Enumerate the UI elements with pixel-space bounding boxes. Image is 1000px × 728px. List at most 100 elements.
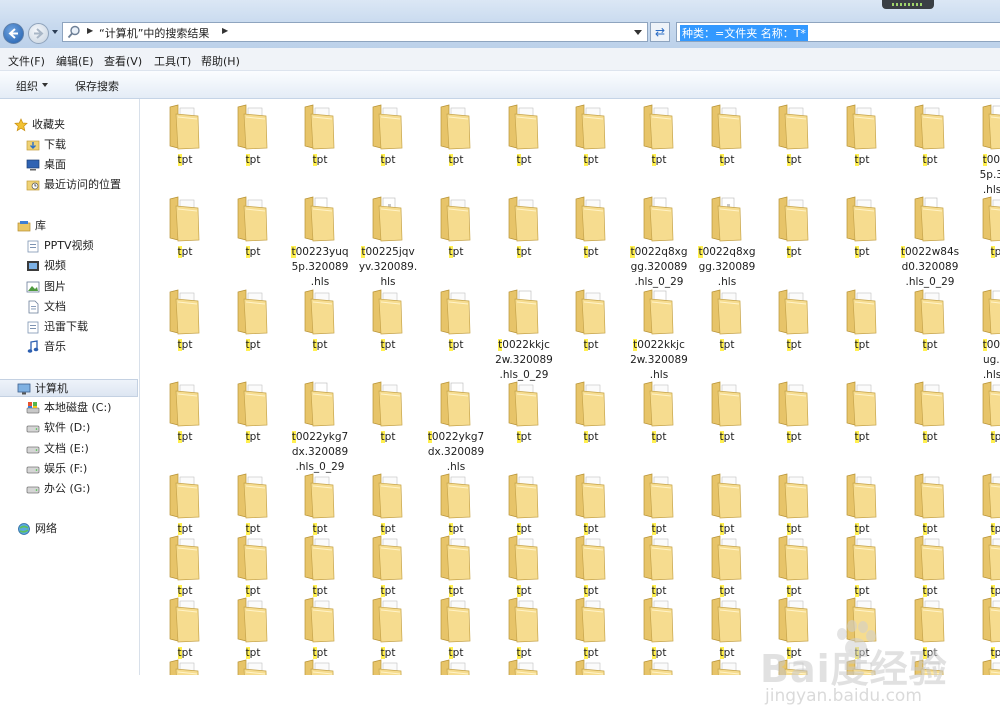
menu-tools[interactable]: 工具(T) [154, 53, 191, 69]
folder-icon [371, 535, 405, 581]
search-match-highlight: t [291, 431, 296, 443]
folder-icon [642, 381, 676, 427]
folder-icon [710, 196, 744, 242]
command-bar: 组织 保存搜索 [0, 71, 1000, 99]
library-folder-icon [26, 239, 40, 253]
back-button[interactable] [3, 23, 24, 44]
folder-name: tpt [786, 154, 802, 166]
search-match-highlight: t [177, 339, 182, 351]
menu-help[interactable]: 帮助(H) [201, 53, 240, 69]
address-box[interactable]: ▶ “计算机”中的搜索结果 ▶ [62, 22, 648, 42]
folder-name-line: dx.320089 [427, 446, 485, 458]
folder-name: tpt [854, 154, 870, 166]
folder-icon [710, 289, 744, 335]
folder-icon [642, 597, 676, 643]
search-match-highlight: t [719, 154, 724, 166]
folder-name: t0022w84s d0.320089 .hls_0_29 [898, 245, 962, 290]
folder-icon [236, 473, 270, 519]
search-match-highlight: t [854, 154, 859, 166]
folder-name: tpt [854, 339, 870, 351]
explorer-window: ▶ “计算机”中的搜索结果 ▶ ⇄ 种类：=文件夹 名称：T* 文件(F) 编辑… [0, 0, 1000, 675]
search-match-highlight: t [448, 154, 453, 166]
menu-bar: 文件(F) 编辑(E) 查看(V) 工具(T) 帮助(H) [0, 48, 1000, 71]
folder-icon [574, 535, 608, 581]
menu-view[interactable]: 查看(V) [104, 53, 142, 69]
search-input[interactable]: 种类：=文件夹 名称：T* [676, 22, 1000, 42]
forward-button[interactable] [28, 23, 49, 44]
search-match-highlight: t [312, 154, 317, 166]
folder-name: t0022kkjc 2w.320089 .hls [627, 338, 691, 383]
menu-edit[interactable]: 编辑(E) [56, 53, 94, 69]
folder-name: tpt [245, 339, 261, 351]
search-match-highlight: t [786, 339, 791, 351]
search-match-highlight: t [380, 647, 385, 659]
search-query[interactable]: 种类：=文件夹 名称：T* [680, 25, 808, 41]
search-match-highlight: t [448, 585, 453, 597]
nav-item-label: 文档 (E:) [44, 442, 89, 455]
taskbar-widget [882, 0, 934, 9]
search-match-highlight: t [630, 246, 635, 258]
folder-icon [981, 381, 1000, 427]
folder-icon [236, 196, 270, 242]
folder-name: tpt [380, 154, 396, 166]
search-match-highlight: t [786, 523, 791, 535]
folder-icon [574, 104, 608, 150]
folder-name: tpt [583, 339, 599, 351]
folder-icon [439, 535, 473, 581]
folder-icon [507, 535, 541, 581]
network-icon [17, 522, 31, 536]
search-match-highlight: t [245, 647, 250, 659]
folder-name: tpt [583, 431, 599, 443]
folder-icon [168, 597, 202, 643]
chevron-down-icon[interactable] [42, 83, 48, 87]
folder-name-line: yv.320089. [358, 261, 418, 273]
recent-pages-dropdown[interactable] [52, 30, 58, 34]
chevron-right-icon[interactable]: ▶ [87, 26, 93, 35]
folder-name: t0022ykg7 dx.320089 .hls_0_29 [288, 430, 352, 475]
search-match-highlight: t [245, 585, 250, 597]
address-bar-area: ▶ “计算机”中的搜索结果 ▶ ⇄ 种类：=文件夹 名称：T* [0, 0, 1000, 48]
folder-icon [507, 659, 541, 675]
chevron-right-icon[interactable]: ▶ [222, 26, 228, 35]
folder-icon [371, 473, 405, 519]
watermark-brand: Bai度经验 [760, 647, 948, 691]
folder-icon [845, 104, 879, 150]
folder-icon [168, 104, 202, 150]
search-match-highlight: t [651, 647, 656, 659]
address-path[interactable]: “计算机”中的搜索结果 [99, 25, 209, 41]
search-match-highlight: t [786, 246, 791, 258]
nav-item-11[interactable]: 计算机 [0, 379, 138, 397]
search-match-highlight: t [177, 585, 182, 597]
search-match-highlight: t [448, 647, 453, 659]
folder-name: tpt [786, 431, 802, 443]
folder-name: tpt [990, 246, 1000, 258]
save-search-button[interactable]: 保存搜索 [75, 78, 119, 94]
search-match-highlight: t [854, 246, 859, 258]
folder-icon [439, 104, 473, 150]
nav-item-label: 软件 (D:) [44, 421, 91, 434]
nav-item-label: 图片 [44, 280, 66, 293]
folder-icon [303, 535, 337, 581]
search-match-highlight: t [498, 339, 503, 351]
star-icon [14, 118, 28, 132]
organize-button[interactable]: 组织 [16, 78, 38, 94]
computer-icon [17, 382, 31, 396]
search-match-highlight: t [583, 585, 588, 597]
folder-icon [168, 473, 202, 519]
folder-name: tpt [177, 431, 193, 443]
folder-icon [642, 659, 676, 675]
menu-file[interactable]: 文件(F) [8, 53, 45, 69]
library-folder-icon [26, 320, 40, 334]
address-dropdown-icon[interactable] [634, 30, 642, 35]
nav-item-label: 文档 [44, 300, 66, 313]
folder-name: t00223yuq 5p.320089 .hls [288, 245, 352, 290]
search-match-highlight: t [380, 431, 385, 443]
search-match-highlight: t [854, 523, 859, 535]
folder-icon [303, 597, 337, 643]
download-folder-icon [26, 138, 40, 152]
folder-name: tpt [719, 339, 735, 351]
refresh-button[interactable]: ⇄ [650, 22, 670, 42]
search-match-highlight: t [380, 154, 385, 166]
folder-name-line: gg.320089 [630, 261, 688, 273]
folder-name: tpt [719, 154, 735, 166]
